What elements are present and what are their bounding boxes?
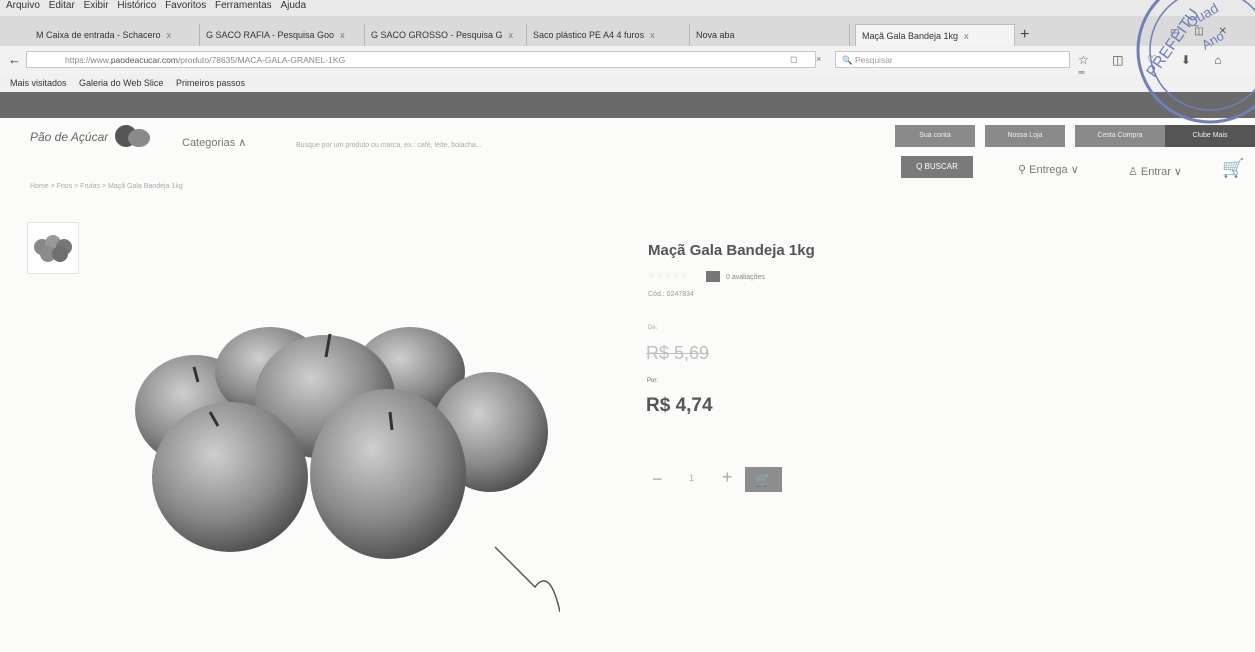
top-link-nossa-loja[interactable]: Nossa Loja — [985, 125, 1065, 147]
menu-item-historico[interactable]: Histórico — [117, 0, 156, 11]
quantity-increase-button[interactable]: + — [722, 467, 733, 488]
tab-label: M Caixa de entrada - Schacero — [36, 30, 161, 40]
navigation-bar: ← https://www.paodeacucar.com/produto/78… — [0, 46, 1255, 81]
menu-item-favoritos[interactable]: Favoritos — [165, 0, 206, 11]
product-code: Cód.: 0247834 — [648, 291, 694, 298]
tab-maca-gala[interactable]: Maçã Gala Bandeja 1kg x — [855, 24, 1015, 46]
tab-saco-plastico[interactable]: Saco plástico PE A4 4 furos x — [527, 24, 690, 46]
tab-label: Saco plástico PE A4 4 furos — [533, 30, 645, 40]
url-prefix: https://www. — [65, 55, 111, 65]
tab-inbox[interactable]: M Caixa de entrada - Schacero x — [30, 24, 200, 46]
menu-item-editar[interactable]: Editar — [49, 0, 75, 11]
bookmark-web-slice[interactable]: Galeria do Web Slice — [79, 78, 163, 88]
login-label: Entrar ∨ — [1140, 166, 1182, 178]
old-price-label: De: — [648, 325, 658, 331]
bookmarks-bar: Mais visitados Galeria do Web Slice Prim… — [0, 74, 1255, 93]
search-button[interactable]: Q BUSCAR — [901, 156, 973, 178]
product-thumbnail[interactable] — [27, 222, 79, 274]
breadcrumb[interactable]: Home > Frios > Frutas > Maçã Gala Bandej… — [30, 183, 183, 190]
product-title: Maçã Gala Bandeja 1kg — [648, 242, 815, 259]
tab-close-icon[interactable]: x — [509, 30, 514, 40]
tab-label: G SACO RAFIA - Pesquisa Goo — [206, 30, 335, 40]
browser-search-input[interactable]: 🔍 Pesquisar — [835, 51, 1070, 68]
site-search-input[interactable]: Busque por um produto ou marca, ex.: caf… — [296, 142, 766, 149]
browser-search-placeholder: Pesquisar — [854, 55, 893, 65]
quantity-decrease-button[interactable]: − — [652, 469, 663, 490]
tab-close-icon[interactable]: x — [340, 30, 345, 40]
user-icon: ♙ — [1128, 166, 1141, 178]
tab-close-icon[interactable]: x — [964, 31, 969, 41]
site-logo[interactable]: Pão de Açúcar — [30, 130, 108, 144]
logo-mark-icon — [115, 125, 150, 147]
site-top-band — [0, 92, 1255, 118]
tab-close-icon[interactable]: x — [650, 30, 655, 40]
review-comment-icon — [706, 271, 720, 282]
svg-text:Quad: Quad — [1184, 0, 1222, 31]
url-action-icons[interactable]: ◻ × — [790, 54, 829, 65]
delivery-selector[interactable]: ⚲ Entrega ∨ — [1018, 163, 1079, 176]
tab-label: G SACO GROSSO - Pesquisa G — [371, 30, 503, 40]
tab-label: Nova aba — [696, 30, 735, 40]
price-label: Por: — [647, 378, 659, 384]
tab-nova-aba[interactable]: Nova aba — [690, 24, 850, 46]
new-tab-button[interactable]: + — [1020, 26, 1029, 44]
tab-close-icon[interactable]: x — [167, 30, 172, 40]
url-path: /produto/78635/MACA-GALA-GRANEL-1KG — [177, 55, 346, 65]
add-to-cart-button[interactable]: 🛒 — [745, 467, 782, 492]
delivery-label: Entrega ∨ — [1029, 164, 1079, 176]
cart-icon[interactable]: 🛒 — [1222, 158, 1244, 179]
top-link-sua-conta[interactable]: Sua conta — [895, 125, 975, 147]
search-icon: 🔍 — [842, 55, 855, 65]
current-price: R$ 4,74 — [646, 395, 713, 416]
svg-text:Ano: Ano — [1199, 28, 1227, 53]
url-domain: paodeacucar.com — [110, 55, 178, 65]
location-pin-icon: ⚲ — [1018, 164, 1030, 176]
tab-label: Maçã Gala Bandeja 1kg — [862, 31, 959, 41]
back-button[interactable]: ← — [8, 52, 21, 67]
quantity-value[interactable]: 1 — [689, 473, 694, 483]
official-stamp: PREFEITU Quad Ano — [1136, 0, 1255, 124]
menu-item-ajuda[interactable]: Ajuda — [280, 0, 306, 11]
login-menu[interactable]: ♙ Entrar ∨ — [1128, 165, 1182, 178]
menu-bar: Arquivo Editar Exibir Histórico Favorito… — [0, 0, 1255, 16]
tab-saco-grosso[interactable]: G SACO GROSSO - Pesquisa G x — [365, 24, 527, 46]
categories-menu[interactable]: Categorias ∧ — [182, 136, 246, 149]
tab-strip: M Caixa de entrada - Schacero x G SACO RA… — [0, 16, 1255, 47]
url-field[interactable]: https://www.paodeacucar.com/produto/7863… — [26, 51, 816, 68]
menu-item-exibir[interactable]: Exibir — [84, 0, 109, 11]
menu-item-arquivo[interactable]: Arquivo — [6, 0, 40, 11]
bookmark-mais-visitados[interactable]: Mais visitados — [10, 78, 67, 88]
product-image — [135, 327, 560, 613]
rating-stars[interactable]: ☆☆☆☆☆ — [648, 271, 689, 280]
menu-item-ferramentas[interactable]: Ferramentas — [215, 0, 272, 11]
tab-saco-rafia[interactable]: G SACO RAFIA - Pesquisa Goo x — [200, 24, 365, 46]
review-count[interactable]: 0 avaliações — [726, 274, 765, 281]
bookmark-primeiros-passos[interactable]: Primeiros passos — [176, 78, 245, 88]
old-price: R$ 5,69 — [646, 343, 710, 363]
